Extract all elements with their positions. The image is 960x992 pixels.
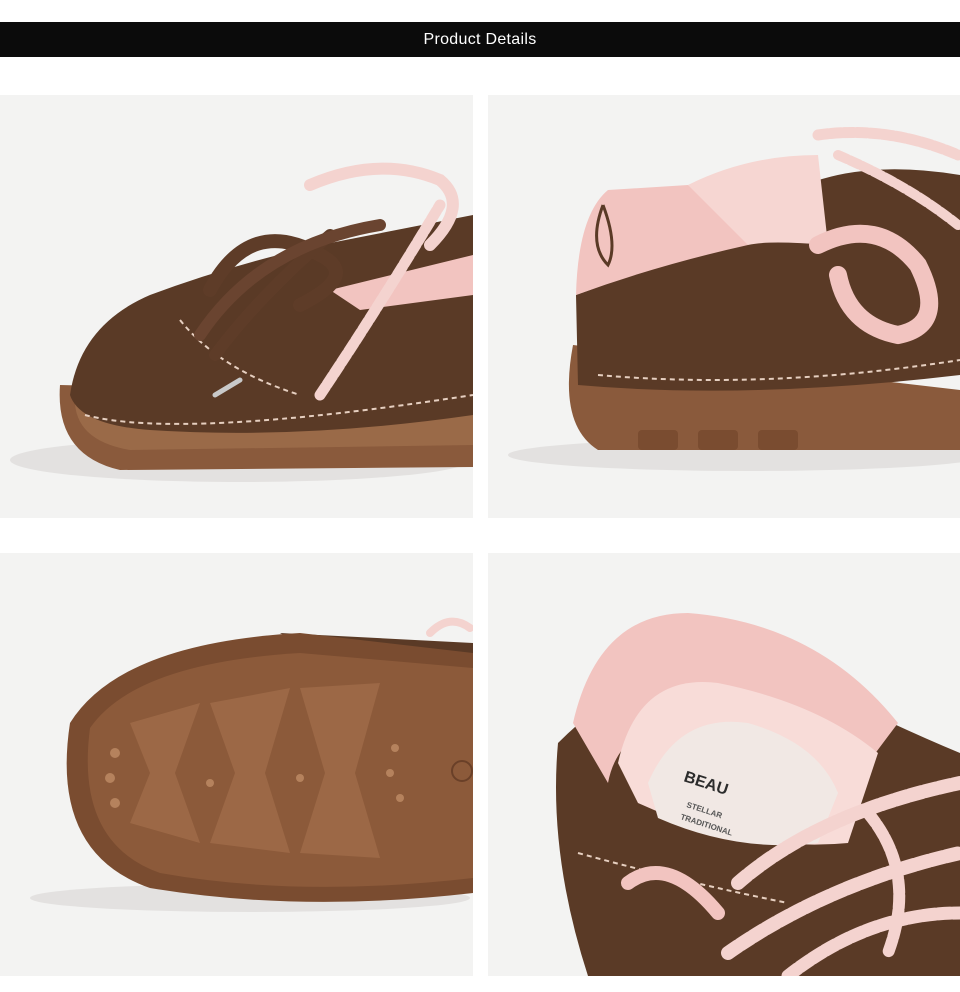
header-bar: Product Details xyxy=(0,22,960,57)
shoe-heel-side-closeup-image xyxy=(508,127,960,471)
shoe-outsole-tread-image xyxy=(30,617,473,912)
detail-image-outsole xyxy=(0,553,473,976)
shoe-insole-collar-closeup-image: BEAU STELLAR TRADITIONAL xyxy=(556,613,960,976)
page-title: Product Details xyxy=(423,30,537,48)
shoe-toe-laces-closeup-image xyxy=(10,162,473,482)
detail-image-toe-laces xyxy=(0,95,473,518)
detail-image-heel-side xyxy=(488,95,960,518)
detail-image-insole-collar: BEAU STELLAR TRADITIONAL xyxy=(488,553,960,976)
